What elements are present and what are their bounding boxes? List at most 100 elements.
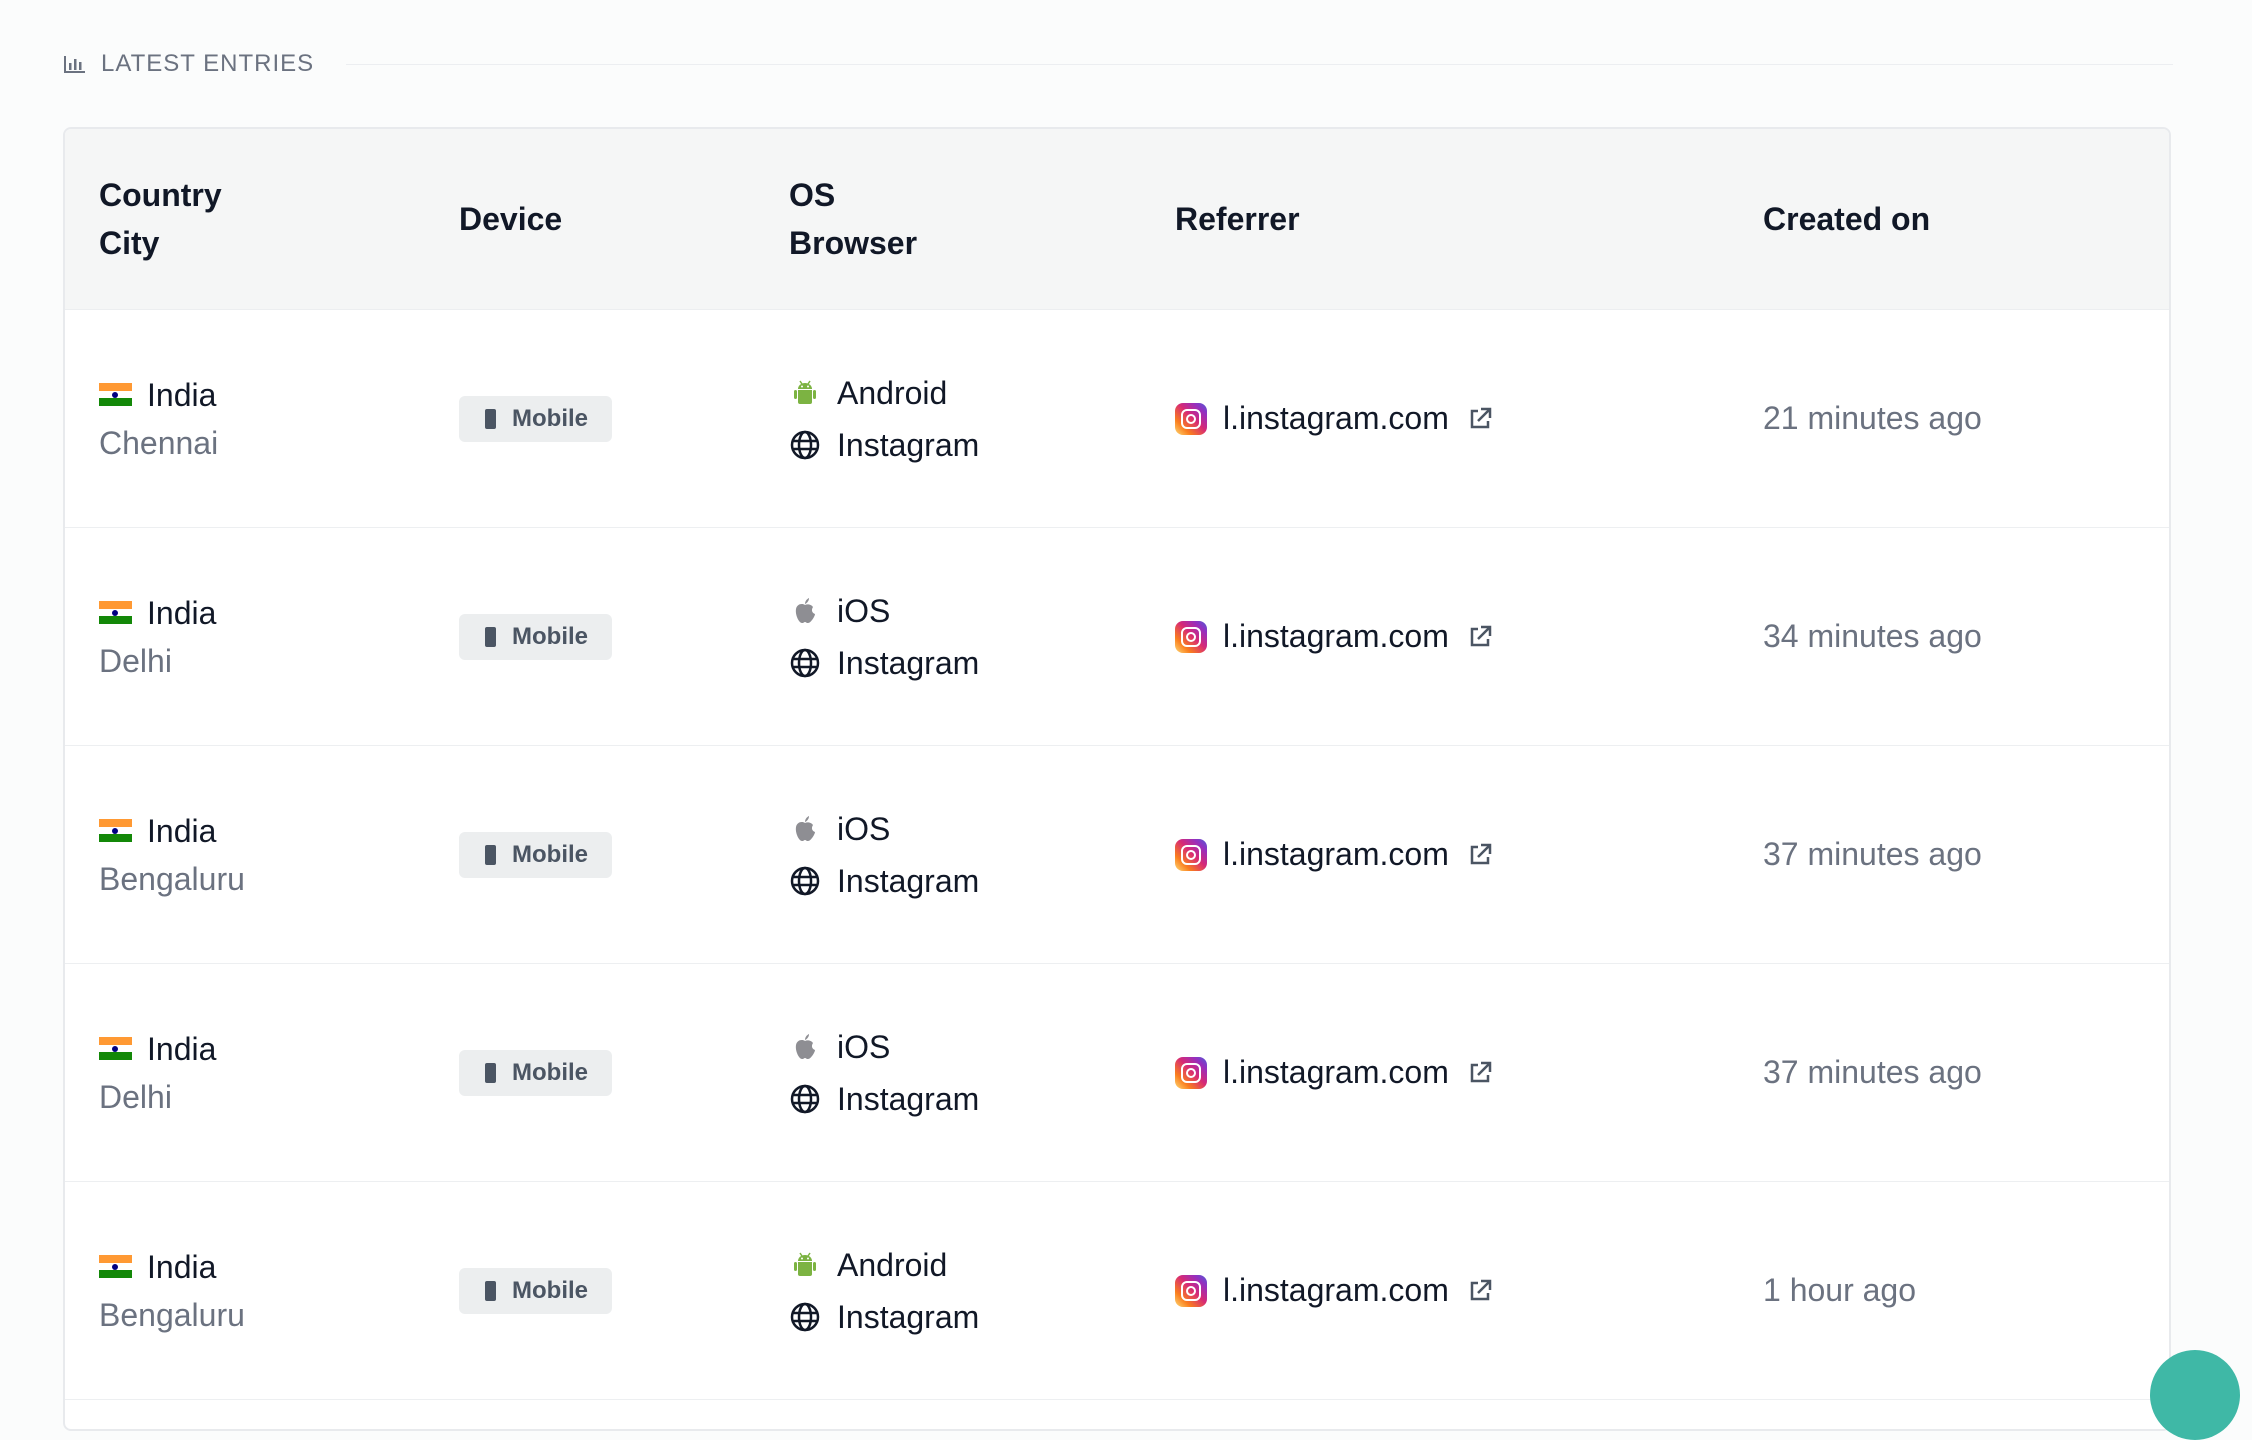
created-cell: 21 minutes ago [1763, 310, 1982, 527]
mobile-phone-icon [485, 1062, 496, 1083]
os: iOS [789, 1021, 979, 1073]
browser: Instagram [789, 1291, 979, 1343]
header-referrer-label: Referrer [1175, 201, 1300, 237]
country-name: India [147, 1030, 217, 1067]
referrer-domain[interactable]: l.instagram.com [1223, 836, 1449, 873]
android-icon [794, 380, 816, 404]
os-browser-cell: Android Instagram [789, 1182, 979, 1399]
referrer-domain[interactable]: l.instagram.com [1223, 618, 1449, 655]
india-flag-icon [99, 1037, 132, 1061]
instagram-icon [1175, 1274, 1207, 1307]
os-name: iOS [837, 1028, 891, 1065]
section-header: LATEST ENTRIES [63, 48, 2173, 80]
referrer-link[interactable]: l.instagram.com [1175, 1054, 1493, 1091]
device-badge: Mobile [459, 613, 612, 660]
referrer-link[interactable]: l.instagram.com [1175, 836, 1493, 873]
globe-icon [790, 648, 820, 677]
referrer-cell: l.instagram.com [1175, 746, 1493, 963]
browser-name: Instagram [837, 644, 980, 681]
city-name: Chennai [99, 424, 219, 461]
bar-chart-icon [64, 56, 85, 73]
instagram-icon [1175, 620, 1207, 653]
globe-icon [790, 430, 820, 459]
referrer-domain[interactable]: l.instagram.com [1223, 1054, 1449, 1091]
header-device: Device [459, 129, 562, 309]
header-browser: Browser [789, 225, 918, 261]
city-name: Delhi [99, 642, 172, 679]
mobile-phone-icon [485, 408, 496, 429]
created-time: 37 minutes ago [1763, 1054, 1982, 1090]
india-flag-icon [99, 383, 132, 407]
device-label: Mobile [512, 1058, 588, 1086]
device-cell: Mobile [459, 1182, 612, 1399]
os-name: iOS [837, 592, 891, 629]
android-icon [794, 1252, 816, 1276]
location-cell: India Chennai [99, 310, 218, 527]
referrer-cell: l.instagram.com [1175, 310, 1493, 527]
device-cell: Mobile [459, 528, 612, 745]
location-cell: India Delhi [99, 964, 216, 1181]
header-os: OS [789, 177, 836, 213]
table-row: India Chennai Mobile Android Instagram l… [65, 310, 2169, 528]
browser-name: Instagram [837, 426, 980, 463]
section-divider [346, 63, 2173, 65]
referrer-link[interactable]: l.instagram.com [1175, 400, 1493, 437]
device-label: Mobile [512, 840, 588, 868]
india-flag-icon [99, 1255, 132, 1279]
device-badge: Mobile [459, 1049, 612, 1096]
external-link-icon[interactable] [1467, 406, 1493, 432]
table-row: India Delhi Mobile iOS Instagram l.insta… [65, 964, 2169, 1182]
globe-icon [790, 1084, 820, 1113]
table-row: India Bengaluru Mobile Android Instagram… [65, 1182, 2169, 1400]
header-city: City [99, 225, 160, 261]
external-link-icon[interactable] [1467, 1060, 1493, 1086]
city-name: Bengaluru [99, 860, 245, 897]
browser: Instagram [789, 419, 979, 471]
created-cell: 34 minutes ago [1763, 528, 1982, 745]
external-link-icon[interactable] [1467, 624, 1493, 650]
referrer-link[interactable]: l.instagram.com [1175, 618, 1493, 655]
country-name: India [147, 1248, 217, 1285]
location-cell: India Bengaluru [99, 746, 245, 963]
country: India [99, 371, 218, 419]
india-flag-icon [99, 601, 132, 625]
header-os-browser: OS Browser [789, 129, 917, 309]
instagram-icon [1175, 838, 1207, 871]
os: Android [789, 1239, 979, 1291]
created-time: 34 minutes ago [1763, 618, 1982, 654]
india-flag-icon [99, 819, 132, 843]
browser: Instagram [789, 637, 979, 689]
referrer-domain[interactable]: l.instagram.com [1223, 400, 1449, 437]
country: India [99, 807, 245, 855]
device-label: Mobile [512, 622, 588, 650]
header-referrer: Referrer [1175, 129, 1300, 309]
browser-name: Instagram [837, 862, 980, 899]
instagram-icon [1175, 1056, 1207, 1089]
country-name: India [147, 376, 217, 413]
os: Android [789, 367, 979, 419]
header-device-label: Device [459, 201, 563, 237]
table-row: India Bengaluru Mobile iOS Instagram l.i… [65, 746, 2169, 964]
created-time: 37 minutes ago [1763, 836, 1982, 872]
os-name: Android [837, 1246, 948, 1283]
referrer-domain[interactable]: l.instagram.com [1223, 1272, 1449, 1309]
os-browser-cell: iOS Instagram [789, 528, 979, 745]
section-title: LATEST ENTRIES [101, 50, 315, 77]
external-link-icon[interactable] [1467, 842, 1493, 868]
os-name: iOS [837, 810, 891, 847]
external-link-icon[interactable] [1467, 1278, 1493, 1304]
globe-icon [790, 1302, 820, 1331]
created-time: 1 hour ago [1763, 1272, 1917, 1308]
mobile-phone-icon [485, 626, 496, 647]
country: India [99, 1025, 216, 1073]
country: India [99, 589, 216, 637]
referrer-link[interactable]: l.instagram.com [1175, 1272, 1493, 1309]
created-cell: 37 minutes ago [1763, 964, 1982, 1181]
mobile-phone-icon [485, 844, 496, 865]
entries-table: Country City Device OS Browser Referrer … [63, 127, 2171, 1431]
location-cell: India Delhi [99, 528, 216, 745]
device-cell: Mobile [459, 746, 612, 963]
created-time: 21 minutes ago [1763, 400, 1982, 436]
header-created-label: Created on [1763, 201, 1931, 237]
globe-icon [790, 866, 820, 895]
